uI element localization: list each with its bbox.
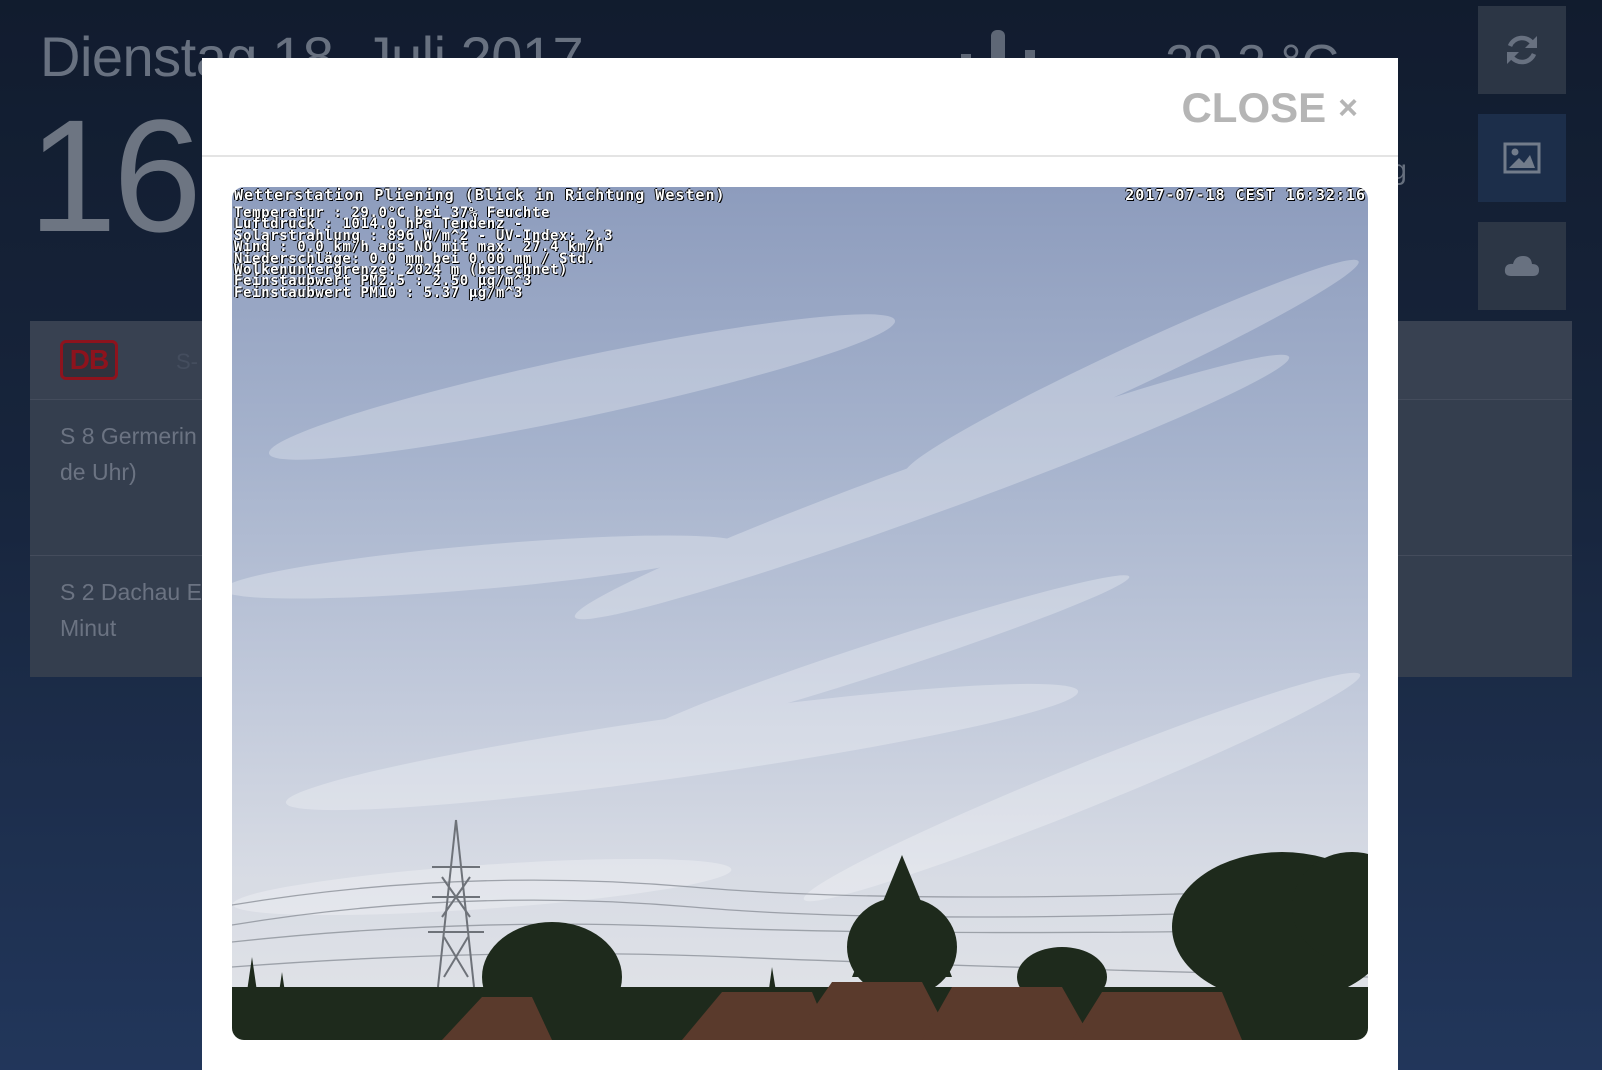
webcam-scene [232, 259, 1368, 1040]
close-icon: × [1338, 89, 1358, 127]
webcam-title: Wetterstation Pliening (Blick in Richtun… [234, 187, 726, 204]
close-button[interactable]: CLOSE × [1181, 82, 1358, 134]
webcam-image: Wetterstation Pliening (Blick in Richtun… [232, 187, 1368, 1040]
webcam-readings: Temperatur : 29.0°C bei 37% Feuchte Luft… [234, 206, 613, 301]
webcam-timestamp: 2017-07-18 CEST 16:32:16 [1125, 187, 1366, 204]
webcam-modal: CLOSE × Wetterstation Pliening (Blick in… [202, 58, 1398, 1070]
close-label: CLOSE [1181, 84, 1327, 131]
modal-header: CLOSE × [202, 58, 1398, 157]
reading-line: Feinstaubwert PM10 : 5.37 µg/m^3 [234, 284, 523, 301]
